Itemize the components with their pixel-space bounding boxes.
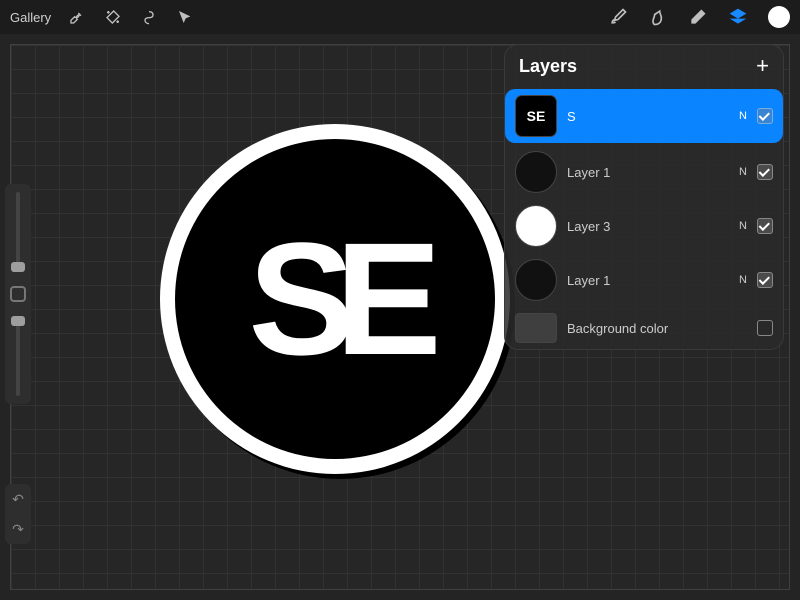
eraser-icon[interactable] xyxy=(688,7,708,27)
layer-thumbnail xyxy=(515,151,557,193)
layer-name: S xyxy=(567,109,729,124)
layer-name: Layer 1 xyxy=(567,273,729,288)
layer-row[interactable]: SE S N xyxy=(505,89,783,143)
top-left-group: Gallery xyxy=(10,7,195,27)
artwork-monogram: SE xyxy=(248,207,421,391)
top-right-group xyxy=(608,6,790,28)
cursor-icon[interactable] xyxy=(175,7,195,27)
visibility-checkbox[interactable] xyxy=(757,272,773,288)
blend-mode[interactable]: N xyxy=(739,110,747,122)
visibility-checkbox[interactable] xyxy=(757,164,773,180)
artwork-disc: SE xyxy=(175,139,495,459)
undo-icon[interactable]: ↶ xyxy=(12,491,24,508)
layer-row[interactable]: Layer 1 N xyxy=(505,145,783,199)
layers-header: Layers + xyxy=(505,45,783,87)
wand-icon[interactable] xyxy=(103,7,123,27)
wrench-icon[interactable] xyxy=(67,7,87,27)
layer-name: Layer 3 xyxy=(567,219,729,234)
layer-thumbnail: SE xyxy=(515,95,557,137)
slider-thumb[interactable] xyxy=(11,262,25,272)
layer-thumbnail xyxy=(515,313,557,343)
slider-thumb[interactable] xyxy=(11,316,25,326)
layer-row[interactable]: Layer 1 N xyxy=(505,253,783,307)
artwork-logo[interactable]: SE xyxy=(155,119,525,489)
modify-button[interactable] xyxy=(10,286,26,302)
layer-name: Layer 1 xyxy=(567,165,729,180)
top-toolbar: Gallery xyxy=(0,0,800,34)
left-slider-rail xyxy=(5,184,31,404)
blend-mode[interactable]: N xyxy=(739,220,747,232)
layer-thumbnail xyxy=(515,259,557,301)
color-picker-icon[interactable] xyxy=(768,6,790,28)
add-layer-button[interactable]: + xyxy=(756,55,769,77)
brush-icon[interactable] xyxy=(608,7,628,27)
layers-title: Layers xyxy=(519,56,577,77)
brush-size-slider[interactable] xyxy=(16,192,20,272)
visibility-checkbox[interactable] xyxy=(757,320,773,336)
undo-redo-rail: ↶ ↷ xyxy=(5,484,31,544)
layer-row[interactable]: Layer 3 N xyxy=(505,199,783,253)
brush-opacity-slider[interactable] xyxy=(16,316,20,396)
layer-thumbnail xyxy=(515,205,557,247)
layers-icon[interactable] xyxy=(728,7,748,27)
layer-name: Background color xyxy=(567,321,737,336)
blend-mode[interactable]: N xyxy=(739,274,747,286)
layers-panel: Layers + SE S N Layer 1 N Layer 3 N Laye… xyxy=(504,44,784,350)
layer-row[interactable]: Background color xyxy=(505,307,783,349)
visibility-checkbox[interactable] xyxy=(757,108,773,124)
redo-icon[interactable]: ↷ xyxy=(12,521,24,538)
blend-mode[interactable]: N xyxy=(739,166,747,178)
visibility-checkbox[interactable] xyxy=(757,218,773,234)
gallery-link[interactable]: Gallery xyxy=(10,10,51,25)
selection-icon[interactable] xyxy=(139,7,159,27)
smudge-icon[interactable] xyxy=(648,7,668,27)
